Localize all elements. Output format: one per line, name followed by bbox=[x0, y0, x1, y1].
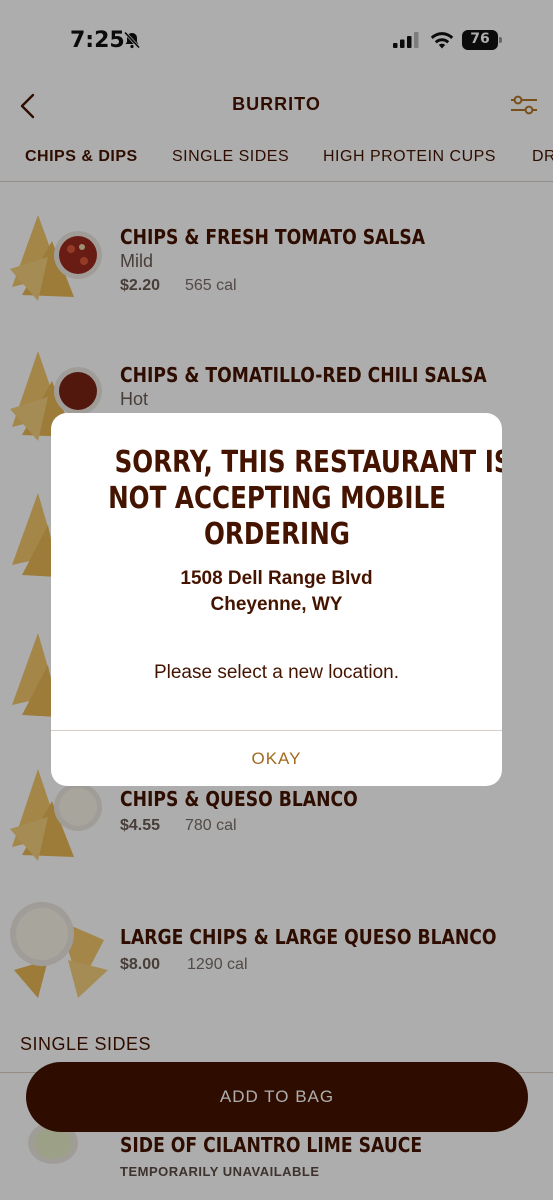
restaurant-address-street: 1508 Dell Range Blvd bbox=[180, 568, 373, 589]
okay-button[interactable]: OKAY bbox=[51, 731, 502, 786]
restaurant-address-city: Cheyenne, WY bbox=[210, 594, 343, 615]
dialog-message: Please select a new location. bbox=[153, 662, 400, 683]
alert-dialog: SORRY, THIS RESTAURANT IS NOT ACCEPTING … bbox=[51, 413, 502, 786]
dialog-title: SORRY, THIS RESTAURANT IS NOT ACCEPTING … bbox=[108, 445, 502, 552]
